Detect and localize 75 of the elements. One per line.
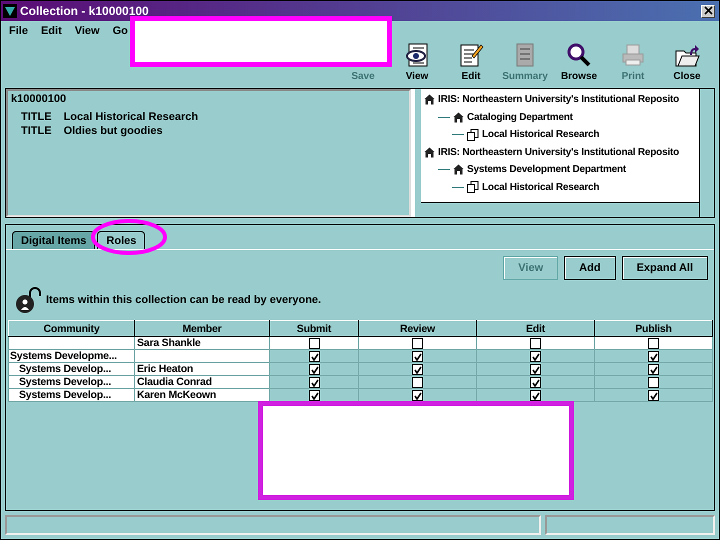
checkbox[interactable] bbox=[648, 364, 659, 374]
checkbox[interactable] bbox=[308, 338, 320, 348]
checkbox[interactable] bbox=[412, 350, 423, 362]
house-icon bbox=[424, 146, 435, 158]
magnifier-icon bbox=[566, 42, 592, 68]
tab[interactable]: Roles bbox=[97, 231, 146, 249]
toolbar-button[interactable]: View bbox=[394, 42, 440, 82]
member-cell: Eric Heaton bbox=[137, 364, 194, 374]
checkbox[interactable] bbox=[648, 390, 659, 400]
app-logo-icon bbox=[3, 4, 17, 18]
checkbox[interactable] bbox=[308, 390, 320, 400]
tree-item[interactable]: Local Historical Research bbox=[482, 129, 600, 140]
checkbox[interactable] bbox=[530, 338, 541, 348]
open-padlock-icon bbox=[14, 286, 42, 314]
tree-item[interactable]: IRIS: Northeastern University's Institutional Reposito bbox=[438, 146, 680, 158]
tab[interactable]: Digital Items bbox=[12, 231, 96, 249]
tree-item[interactable]: Systems Development Department bbox=[467, 164, 626, 176]
house-icon bbox=[453, 112, 464, 123]
checkbox[interactable] bbox=[412, 364, 423, 374]
house-icon bbox=[453, 164, 464, 176]
checkbox[interactable] bbox=[412, 376, 423, 388]
checkbox[interactable] bbox=[648, 338, 659, 348]
checkbox[interactable] bbox=[412, 338, 423, 348]
field-value: Local Historical Research bbox=[64, 111, 200, 123]
menu-item[interactable]: View bbox=[74, 24, 100, 36]
checkbox[interactable] bbox=[648, 376, 659, 388]
member-cell: Sara Shankle bbox=[137, 338, 201, 348]
toolbar-button[interactable]: Edit bbox=[448, 42, 494, 82]
menu-item[interactable]: File bbox=[9, 24, 28, 36]
checkbox[interactable] bbox=[412, 390, 423, 400]
community-cell: Systems Develop... bbox=[19, 376, 112, 388]
checkbox[interactable] bbox=[530, 364, 541, 374]
stacked-pages-icon bbox=[467, 181, 479, 194]
column-header[interactable]: Community bbox=[8, 320, 134, 336]
column-header[interactable]: Review bbox=[358, 320, 476, 336]
window-title: Collection - k10000100 bbox=[20, 4, 150, 18]
action-button[interactable]: Add bbox=[564, 256, 616, 280]
document-pencil-icon bbox=[458, 42, 484, 68]
checkbox[interactable] bbox=[530, 350, 541, 362]
menu-item[interactable]: Edit bbox=[40, 24, 62, 36]
checkbox[interactable] bbox=[308, 376, 320, 388]
field-value: Oldies but goodies bbox=[64, 125, 164, 137]
checkbox[interactable] bbox=[530, 376, 541, 388]
collection-id: k10000100 bbox=[11, 93, 68, 105]
permission-notice: Items within this collection can be read by everyone. bbox=[46, 294, 322, 306]
column-header[interactable]: Edit bbox=[476, 320, 594, 336]
folder-arrow-icon bbox=[674, 42, 700, 68]
toolbar-button[interactable]: Browse bbox=[556, 42, 602, 82]
tree-item[interactable]: Cataloging Department bbox=[467, 112, 573, 123]
checkbox[interactable] bbox=[648, 350, 659, 362]
member-cell: Karen McKeown bbox=[137, 390, 216, 400]
menu-item[interactable]: Go bbox=[112, 24, 128, 36]
community-cell: Systems Developme... bbox=[10, 350, 117, 362]
tree-item[interactable]: Local Historical Research bbox=[482, 182, 600, 193]
member-cell: Claudia Conrad bbox=[137, 376, 212, 388]
checkbox[interactable] bbox=[308, 350, 320, 362]
printer-icon bbox=[620, 42, 646, 68]
close-button[interactable] bbox=[701, 4, 715, 18]
community-cell: Systems Develop... bbox=[19, 390, 112, 400]
field-label: TITLE bbox=[21, 111, 52, 123]
community-cell: Systems Develop... bbox=[19, 364, 112, 374]
house-icon bbox=[424, 94, 435, 106]
action-button[interactable]: Expand All bbox=[622, 256, 708, 280]
tree-item[interactable]: IRIS: Northeastern University's Institutional Reposito bbox=[438, 94, 680, 106]
stacked-pages-icon bbox=[467, 128, 479, 141]
field-label: TITLE bbox=[21, 125, 52, 137]
toolbar-button[interactable]: Close bbox=[664, 42, 710, 82]
vertical-scrollbar[interactable] bbox=[699, 89, 714, 217]
horizontal-scrollbar[interactable] bbox=[421, 202, 699, 217]
checkbox[interactable] bbox=[308, 364, 320, 374]
column-header[interactable]: Member bbox=[134, 320, 270, 336]
checkbox[interactable] bbox=[530, 390, 541, 400]
column-header[interactable]: Submit bbox=[270, 320, 358, 336]
column-header[interactable]: Publish bbox=[594, 320, 712, 336]
eye-document-icon bbox=[404, 42, 430, 68]
